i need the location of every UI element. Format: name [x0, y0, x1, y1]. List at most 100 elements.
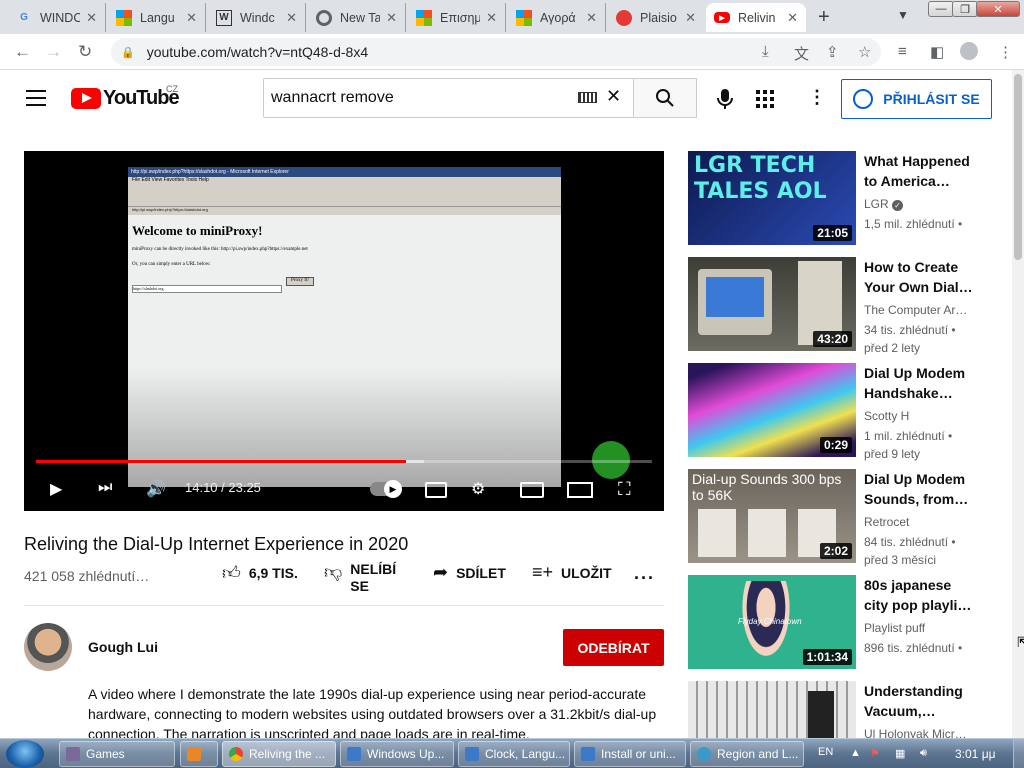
- recommended-video-4[interactable]: Dial-up Sounds 300 bps to 56K 2:02 Dial …: [688, 469, 1008, 567]
- menu-icon[interactable]: ⋮: [998, 43, 1013, 61]
- video-thumbnail[interactable]: Flyday Chinatown 1:01:34: [688, 575, 856, 669]
- language-indicator[interactable]: EN: [818, 746, 833, 758]
- youtube-logo[interactable]: YouTube CZ: [71, 84, 180, 110]
- thumbnail-monitor: [698, 269, 772, 335]
- start-button[interactable]: [6, 740, 44, 768]
- close-icon[interactable]: ✕: [386, 10, 397, 26]
- volume-icon[interactable]: 🔊: [146, 479, 166, 499]
- forward-icon[interactable]: →: [45, 42, 62, 62]
- settings-gear-icon[interactable]: ⚙: [471, 479, 485, 499]
- fullscreen-icon[interactable]: ⛶: [618, 479, 631, 500]
- play-icon[interactable]: ▶: [50, 479, 62, 499]
- recommended-video-6[interactable]: Understanding Vacuum,… Ul Holonyak Micr…: [688, 681, 1008, 738]
- close-icon[interactable]: ✕: [86, 10, 97, 26]
- close-icon[interactable]: ✕: [685, 10, 696, 26]
- close-icon[interactable]: ✕: [186, 10, 197, 26]
- tab-2[interactable]: Langu ✕: [108, 3, 206, 32]
- taskbar-item-chrome[interactable]: Reliving the ...: [222, 741, 336, 767]
- close-window-button[interactable]: ✕: [976, 1, 1020, 17]
- rec-title[interactable]: Dial Up Modem Sounds, from…: [864, 469, 976, 509]
- show-desktop-button[interactable]: [1013, 739, 1024, 768]
- tab-search-icon[interactable]: ▼: [897, 8, 909, 22]
- recommended-video-1[interactable]: LGR TECH TALES AOL 21:05 What Happened t…: [688, 151, 1008, 247]
- restore-button[interactable]: ❐: [952, 1, 978, 17]
- system-clock[interactable]: 3:01 μμ: [955, 747, 996, 761]
- progress-bar[interactable]: [36, 460, 652, 463]
- action-center-icon[interactable]: ⚑: [870, 747, 880, 760]
- rec-title[interactable]: Understanding Vacuum,…: [864, 681, 976, 721]
- recommended-video-3[interactable]: 0:29 Dial Up Modem Handshake… Scotty H 1…: [688, 363, 1008, 461]
- install-icon[interactable]: ⤓: [762, 43, 769, 60]
- playlist-add-icon: ≡+: [532, 562, 554, 582]
- like-button[interactable]: 👍︎ 6,9 TIS.: [222, 562, 298, 584]
- back-icon[interactable]: ←: [14, 42, 31, 62]
- taskbar-item-install-uninstall[interactable]: Install or uni...: [574, 741, 686, 767]
- tab-7[interactable]: Plaisio ✕: [608, 3, 704, 32]
- rec-title[interactable]: Dial Up Modem Handshake…: [864, 363, 976, 403]
- video-thumbnail[interactable]: 0:29: [688, 363, 856, 457]
- star-icon[interactable]: ☆: [858, 43, 871, 61]
- taskbar-item-clock-language[interactable]: Clock, Langu...: [458, 741, 570, 767]
- taskbar-item-windows-update[interactable]: Windows Up...: [340, 741, 454, 767]
- youtube-header: YouTube CZ wannacrt remove ✕ ⋮ PŘIHLÁSIT…: [0, 70, 1012, 128]
- search-button[interactable]: [633, 78, 697, 118]
- network-icon[interactable]: ▦: [895, 747, 905, 760]
- taskbar-item-games[interactable]: Games: [59, 741, 175, 767]
- tab-6[interactable]: Αγορά ✕: [508, 3, 606, 32]
- more-actions-icon[interactable]: ···: [634, 568, 655, 589]
- recommended-video-5[interactable]: Flyday Chinatown 1:01:34 80s japanese ci…: [688, 575, 1008, 671]
- translate-icon[interactable]: 文: [794, 43, 809, 64]
- reload-icon[interactable]: ↻: [78, 42, 92, 62]
- video-thumbnail[interactable]: 43:20: [688, 257, 856, 351]
- media-queue-icon[interactable]: ≡: [898, 43, 907, 60]
- avatar[interactable]: [24, 623, 72, 671]
- profile-icon[interactable]: [960, 42, 978, 60]
- close-icon[interactable]: ✕: [486, 10, 497, 26]
- share-icon[interactable]: ⇪: [826, 43, 839, 61]
- view-count[interactable]: 421 058 zhlédnutí…: [24, 568, 149, 584]
- subtitles-icon[interactable]: [425, 482, 447, 498]
- scrollbar-thumb[interactable]: [1014, 74, 1022, 260]
- hamburger-menu-icon[interactable]: [26, 90, 46, 106]
- channel-name[interactable]: Gough Lui: [88, 639, 158, 655]
- close-icon[interactable]: ✕: [286, 10, 297, 26]
- close-icon[interactable]: ✕: [586, 10, 597, 26]
- keyboard-icon[interactable]: [578, 92, 597, 103]
- rec-title[interactable]: How to Create Your Own Dial…: [864, 257, 976, 297]
- clear-search-icon[interactable]: ✕: [606, 86, 621, 107]
- sign-in-button[interactable]: PŘIHLÁSIT SE: [841, 79, 992, 119]
- next-icon[interactable]: ⏭: [98, 479, 112, 497]
- close-icon[interactable]: ✕: [787, 10, 798, 26]
- dislike-button[interactable]: 👎︎ NELÍBÍ SE: [324, 561, 396, 595]
- video-thumbnail[interactable]: [688, 681, 856, 738]
- apps-grid-icon[interactable]: [756, 90, 774, 108]
- video-player[interactable]: http://pi.swp/index.php?https://slashdot…: [24, 151, 664, 511]
- settings-more-icon[interactable]: ⋮: [808, 87, 826, 108]
- tab-3[interactable]: W Windc ✕: [208, 3, 306, 32]
- subscribe-button[interactable]: ODEBÍRAT: [563, 629, 664, 666]
- side-panel-icon[interactable]: ◧: [930, 43, 944, 61]
- video-thumbnail[interactable]: Dial-up Sounds 300 bps to 56K 2:02: [688, 469, 856, 563]
- speaker-icon[interactable]: 🔊︎: [920, 747, 927, 760]
- tab-1[interactable]: G WINDC ✕: [8, 3, 106, 32]
- video-thumbnail[interactable]: LGR TECH TALES AOL 21:05: [688, 151, 856, 245]
- save-button[interactable]: ≡+ ULOŽIT: [532, 562, 612, 583]
- rec-title[interactable]: 80s japanese city pop playli…: [864, 575, 976, 615]
- tab-4[interactable]: New Ta ✕: [308, 3, 406, 32]
- thumbnail-device: [808, 691, 834, 738]
- rec-title[interactable]: What Happened to America…: [864, 151, 976, 191]
- new-tab-button[interactable]: +: [818, 6, 830, 29]
- miniplayer-icon[interactable]: [520, 482, 544, 498]
- share-button[interactable]: ➦ SDÍLET: [433, 562, 506, 583]
- tab-8-active[interactable]: ▶ Relivin ✕: [706, 3, 806, 32]
- microphone-icon[interactable]: [717, 88, 733, 110]
- rec-meta: 896 tis. zhlédnutí •: [864, 641, 963, 655]
- tray-expand-icon[interactable]: ▲: [850, 747, 861, 759]
- theater-mode-icon[interactable]: [567, 482, 593, 498]
- taskbar-item-media-player[interactable]: [180, 741, 218, 767]
- minimize-button[interactable]: —: [928, 1, 954, 17]
- recommended-video-2[interactable]: 43:20 How to Create Your Own Dial… The C…: [688, 257, 1008, 355]
- tab-5[interactable]: Επισημ ✕: [408, 3, 506, 32]
- taskbar-item-region-language[interactable]: Region and L...: [690, 741, 804, 767]
- rec-meta: 1,5 mil. zhlédnutí •: [864, 217, 963, 231]
